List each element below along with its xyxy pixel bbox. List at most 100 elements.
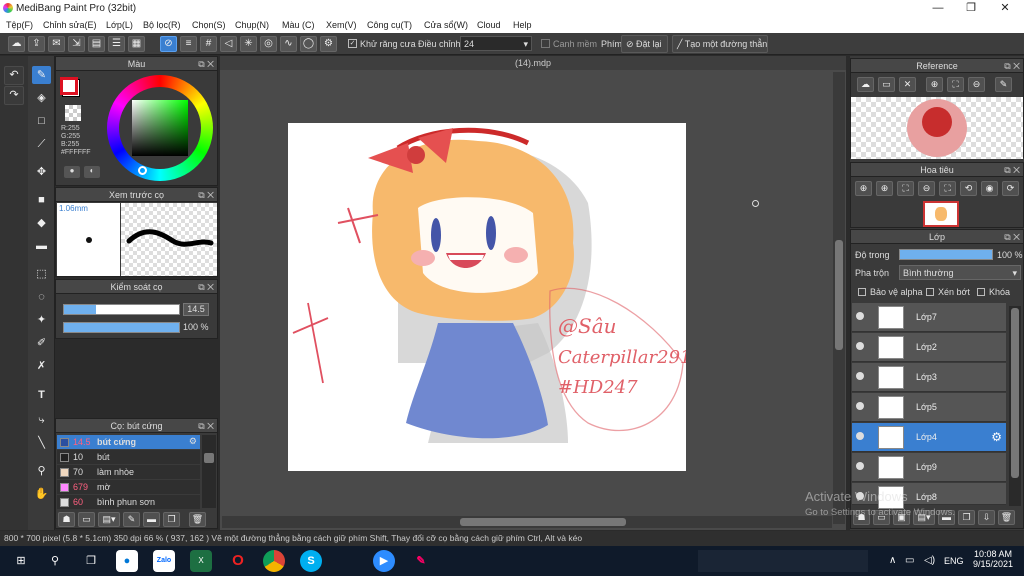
menu-help[interactable]: Help [513, 20, 532, 30]
palette-icon[interactable]: ● [64, 166, 80, 178]
eye-icon[interactable] [856, 342, 864, 350]
brush-list-scrollbar[interactable] [202, 435, 216, 508]
brush-size-value[interactable]: 14.5 [183, 303, 209, 316]
snap-curve-icon[interactable]: ∿ [280, 36, 297, 52]
merge-layer-icon[interactable]: ⇩ [978, 510, 995, 525]
lasso-tool-icon[interactable]: ◌ [32, 288, 51, 306]
brush-list-item[interactable]: 70 làm nhòe [57, 465, 200, 480]
panel-close-icon[interactable]: ⧉ ✕ [198, 188, 214, 202]
search-icon[interactable]: ⚲ [44, 550, 66, 572]
chrome-app-icon[interactable] [263, 550, 285, 572]
gear-icon[interactable]: ⚙ [991, 430, 1002, 444]
reference-image[interactable] [851, 97, 1023, 159]
layer-row[interactable]: Lớp3 [852, 363, 1006, 392]
duplicate-layer-icon[interactable]: ❐ [958, 510, 975, 525]
menu-layer[interactable]: Lớp(L) [106, 20, 133, 30]
clock[interactable]: 10:08 AM 9/15/2021 [973, 549, 1013, 569]
color-mix-icon[interactable]: ◐ [84, 166, 100, 178]
layer-opacity-slider[interactable] [899, 249, 993, 260]
edit-brush-icon[interactable]: ✎ [123, 512, 140, 527]
brush-list-item[interactable]: 60 bình phun sơn [57, 495, 200, 510]
delete-layer-icon[interactable]: 🗑 [998, 510, 1015, 525]
color-cursor[interactable] [138, 166, 147, 175]
snap-parallel-icon[interactable]: ≡ [180, 36, 197, 52]
create-line-button[interactable]: ╱ Tạo một đường thẳng [672, 35, 768, 53]
cloud-upload-icon[interactable]: ☁ [857, 77, 874, 92]
antialias-checkbox[interactable]: ✓ [348, 39, 357, 48]
snap-circle-icon[interactable]: ◎ [260, 36, 277, 52]
eye-icon[interactable] [856, 432, 864, 440]
rotate-reset-icon[interactable]: ◉ [981, 181, 998, 196]
nav-actual-icon[interactable]: ⛶ [939, 181, 956, 196]
brush-list-item[interactable]: 10 bút [57, 450, 200, 465]
panel-close-icon[interactable]: ⧉ ✕ [1004, 59, 1020, 73]
adjust-select[interactable]: 24 ▾ [460, 36, 532, 51]
line-tool-icon[interactable]: ⟋ [32, 135, 51, 153]
delete-brush-icon[interactable]: 🗑 [189, 512, 206, 527]
move-tool-icon[interactable]: ✥ [32, 163, 51, 181]
lock-checkbox[interactable] [977, 288, 985, 296]
brush-opacity-slider[interactable] [63, 322, 180, 333]
snap-vanish-icon[interactable]: ◁ [220, 36, 237, 52]
rotate-left-icon[interactable]: ⟲ [960, 181, 977, 196]
share-icon[interactable]: ⇪ [28, 36, 45, 52]
comment-icon[interactable]: ✉ [48, 36, 65, 52]
rectangle-tool-icon[interactable]: □ [32, 112, 51, 130]
nav-zoom-out-icon[interactable]: ⊖ [918, 181, 935, 196]
eyedropper-icon[interactable]: ✎ [995, 77, 1012, 92]
reset-button[interactable]: ⊘ Đặt lại [621, 35, 668, 53]
brush-tool-icon[interactable]: ✎ [32, 66, 51, 84]
panel-close-icon[interactable]: ⧉ ✕ [198, 419, 214, 433]
protect-alpha-checkbox[interactable] [858, 288, 866, 296]
select-eraser-icon[interactable]: ✗ [32, 357, 51, 375]
skype-app-icon[interactable]: S [300, 550, 322, 572]
taskbar-blank-app[interactable] [698, 550, 868, 572]
snap-ellipse-icon[interactable]: ◯ [300, 36, 317, 52]
saturation-square[interactable] [132, 100, 188, 156]
maximize-button[interactable]: ❐ [957, 1, 985, 16]
operation-tool-icon[interactable]: ⤷ [32, 411, 51, 429]
network-icon[interactable]: ▭ [905, 555, 914, 566]
document-tab[interactable]: (14).mdp [220, 56, 846, 70]
brush-list-item[interactable]: 679 mờ [57, 480, 200, 495]
layer-row[interactable]: Lớp4 ⚙ [852, 423, 1006, 452]
brush-menu-icon[interactable]: ▤▾ [98, 512, 120, 527]
clipping-checkbox[interactable] [926, 288, 934, 296]
new-brush-icon[interactable]: ▭ [78, 512, 95, 527]
volume-icon[interactable]: ◁) [924, 555, 935, 566]
menu-cloud[interactable]: Cloud [477, 20, 501, 30]
navigator-thumbnail[interactable] [923, 201, 959, 227]
edge-app-icon[interactable]: ● [116, 550, 138, 572]
layer-row[interactable]: Lớp7 [852, 303, 1006, 332]
bucket-tool-icon[interactable]: ◆ [32, 214, 51, 232]
language-indicator[interactable]: ENG [944, 556, 964, 566]
close-reference-icon[interactable]: ✕ [899, 77, 916, 92]
task-view-icon[interactable]: ❐ [80, 550, 102, 572]
redo-icon[interactable]: ↷ [4, 86, 24, 105]
menu-select[interactable]: Chọn(S) [192, 20, 226, 30]
menu-view[interactable]: Xem(V) [326, 20, 357, 30]
gear-icon[interactable]: ⚙ [189, 436, 197, 447]
grid-icon[interactable]: ▦ [128, 36, 145, 52]
transparent-color-icon[interactable] [65, 105, 81, 121]
fill-rect-tool-icon[interactable]: ■ [32, 191, 51, 209]
text-tool-icon[interactable]: T [32, 386, 51, 404]
panel-close-icon[interactable]: ⧉ ✕ [198, 280, 214, 294]
minimize-button[interactable]: — [924, 1, 952, 16]
eye-icon[interactable] [856, 312, 864, 320]
select-pen-icon[interactable]: ✐ [32, 334, 51, 352]
foreground-color-swatch[interactable] [60, 77, 78, 95]
eye-icon[interactable] [856, 372, 864, 380]
eye-icon[interactable] [856, 462, 864, 470]
zoom-out-icon[interactable]: ⊖ [968, 77, 985, 92]
rotate-right-icon[interactable]: ⟳ [1002, 181, 1019, 196]
export-icon[interactable]: ⇲ [68, 36, 85, 52]
eye-icon[interactable] [856, 402, 864, 410]
menu-edit[interactable]: Chỉnh sửa(E) [43, 20, 97, 30]
fit-icon[interactable]: ⛶ [947, 77, 964, 92]
document-icon[interactable]: ▤ [88, 36, 105, 52]
medibang-app-icon[interactable]: ✎ [410, 550, 432, 572]
nav-fit-icon[interactable]: ⛶ [897, 181, 914, 196]
nav-zoom-in2-icon[interactable]: ⊕ [876, 181, 893, 196]
brush-size-slider[interactable] [63, 304, 180, 315]
